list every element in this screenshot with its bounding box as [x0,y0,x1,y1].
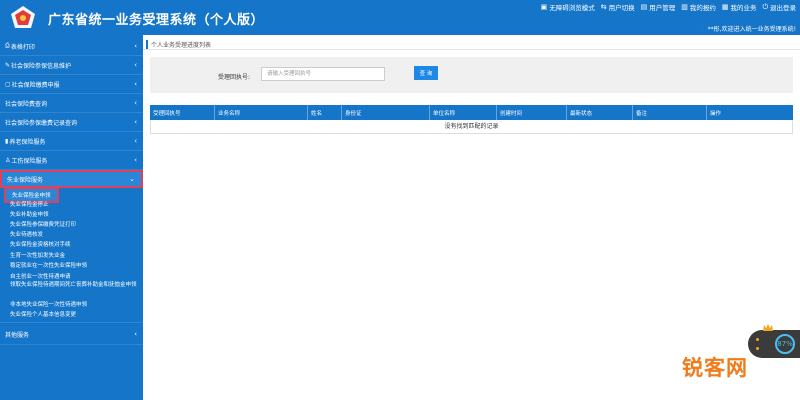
submenu-item[interactable]: 失业待遇核发 [10,230,43,238]
main-content: 个人业务受理进度列表 受理回执号: 查 询 受理回执号 业务名称 姓名 身份证 … [143,35,800,400]
submenu-item[interactable]: 生育一次性加发失业金 [10,251,65,259]
top-links: ▣ 无障碍浏览模式 ⇆ 用户切换 ▤ 用户管理 ▥ 我的报约 ▦ 我的业务 ⏻ … [541,2,796,13]
chevron-left-icon: ‹ [134,330,137,338]
chevron-left-icon: ‹ [134,61,137,69]
submenu-item[interactable]: 自主创业一次性待遇申请 [10,272,71,280]
print-icon: ⎙ [5,42,10,49]
sidebar-item-injury[interactable]: ♙ 工伤保险服务 ‹ [0,151,143,169]
chevron-left-icon: ‹ [134,156,137,164]
submenu-item[interactable]: 失业保险金资格核对手续 [10,240,71,248]
table-body: 没有找到匹配的记录 [150,120,793,134]
sidebar-item-form-print[interactable]: ⎙ 表格打印 ‹ [0,37,143,55]
user-switch-icon: ⇆ [600,3,607,11]
submenu-item[interactable]: 失业保险参保缴费凭证打印 [10,220,76,228]
empty-message: 没有找到匹配的记录 [150,120,793,134]
my-reports-link[interactable]: ▥ 我的报约 [681,2,716,12]
column-header[interactable]: 备注 [633,105,707,120]
injury-icon: ♙ [5,156,11,164]
watermark: 锐客网 [682,356,748,380]
speed-widget[interactable]: 87% [748,330,800,358]
chevron-left-icon: ‹ [134,137,137,145]
user-manage-link[interactable]: ▤ 用户管理 [641,2,676,12]
chevron-left-icon: ‹ [134,99,137,107]
logout-link[interactable]: ⏻ 退出登录 [762,2,796,13]
form-icon: ▢ [5,80,11,88]
sidebar-item-contribution-record[interactable]: 社会保险参保缴费记录查询 ‹ [0,113,143,131]
monitor-icon: ▣ [540,3,548,11]
sidebar-item-pension[interactable]: ▮ 养老保险服务 ‹ [0,132,143,150]
column-header[interactable]: 单位名称 [430,105,497,120]
user-manage-icon: ▤ [640,3,648,11]
indicator-dot [756,347,759,350]
percent-gauge: 87% [775,334,795,354]
query-button[interactable]: 查 询 [414,66,438,80]
submenu-item[interactable]: 失业保险个人基本信息变更 [10,310,76,318]
breadcrumb: 个人业务受理进度列表 [146,40,211,49]
column-header[interactable]: 受理回执号 [150,105,215,120]
sidebar-item-contribution-declare[interactable]: ▢ 社会保险缴费申报 ‹ [0,75,143,93]
welcome-message: 👤 **彤,欢迎进入统一业务受理系统! [698,25,796,33]
user-switch-link[interactable]: ⇆ 用户切换 [601,2,635,12]
my-business-link[interactable]: ▦ 我的业务 [722,2,757,12]
emblem-logo-icon [11,6,35,28]
column-header[interactable]: 身份证 [342,105,430,120]
chevron-down-icon: ⌄ [129,175,135,183]
app-header: 广东省统一业务受理系统（个人版） ▣ 无障碍浏览模式 ⇆ 用户切换 ▤ 用户管理… [0,0,800,35]
submenu-item[interactable]: 失业保险金停止 [10,200,49,208]
search-panel: 受理回执号: 查 询 [150,57,793,93]
column-header[interactable]: 姓名 [308,105,342,120]
submenu-item[interactable]: 稳定就业在一次性失业保险申领 [10,261,87,269]
indicator-dot [756,338,759,341]
column-header[interactable]: 业务名称 [215,105,308,120]
accessibility-mode-link[interactable]: ▣ 无障碍浏览模式 [541,2,595,12]
user-edit-icon: ✎ [5,61,11,69]
column-header[interactable]: 最新状态 [567,105,633,120]
receipt-number-label: 受理回执号: [218,74,251,81]
submenu-item[interactable]: 非本地失业保险一次性待遇申领 [10,300,87,308]
report-icon: ▥ [681,3,688,11]
user-icon: 👤 [698,25,706,32]
sidebar-item-other[interactable]: 其他服务 ‹ [0,325,143,343]
receipt-number-input[interactable] [261,67,385,81]
divider [143,49,800,50]
table-header: 受理回执号 业务名称 姓名 身份证 单位名称 创建时间 最新状态 备注 操作 [150,105,793,120]
crown-icon [763,324,773,331]
sidebar-item-insurance-info[interactable]: ✎ 社会保险参保信息维护 ‹ [0,56,143,74]
sidebar: ⎙ 表格打印 ‹ ✎ 社会保险参保信息维护 ‹ ▢ 社会保险缴费申报 ‹ 社会保… [0,35,143,400]
column-header[interactable]: 操作 [707,105,793,120]
column-header[interactable]: 创建时间 [497,105,567,120]
app-title: 广东省统一业务受理系统（个人版） [48,13,265,28]
submenu-item[interactable]: 领取失业保险待遇期间死亡丧葬补助金和抚恤金申领 [10,282,138,289]
chevron-left-icon: ‹ [134,118,137,126]
sidebar-item-unemployment[interactable]: 失业保险服务 ⌄ [0,170,143,188]
submenu-item[interactable]: 失业补助金申领 [10,210,49,218]
chevron-left-icon: ‹ [134,42,137,50]
sidebar-item-fee-query[interactable]: 社会保险费查询 ‹ [0,94,143,112]
chevron-left-icon: ‹ [134,80,137,88]
progress-table: 受理回执号 业务名称 姓名 身份证 单位名称 创建时间 最新状态 备注 操作 没… [150,105,793,134]
briefcase-icon: ▦ [721,3,729,11]
power-icon: ⏻ [762,2,768,11]
pension-icon: ▮ [5,137,9,145]
